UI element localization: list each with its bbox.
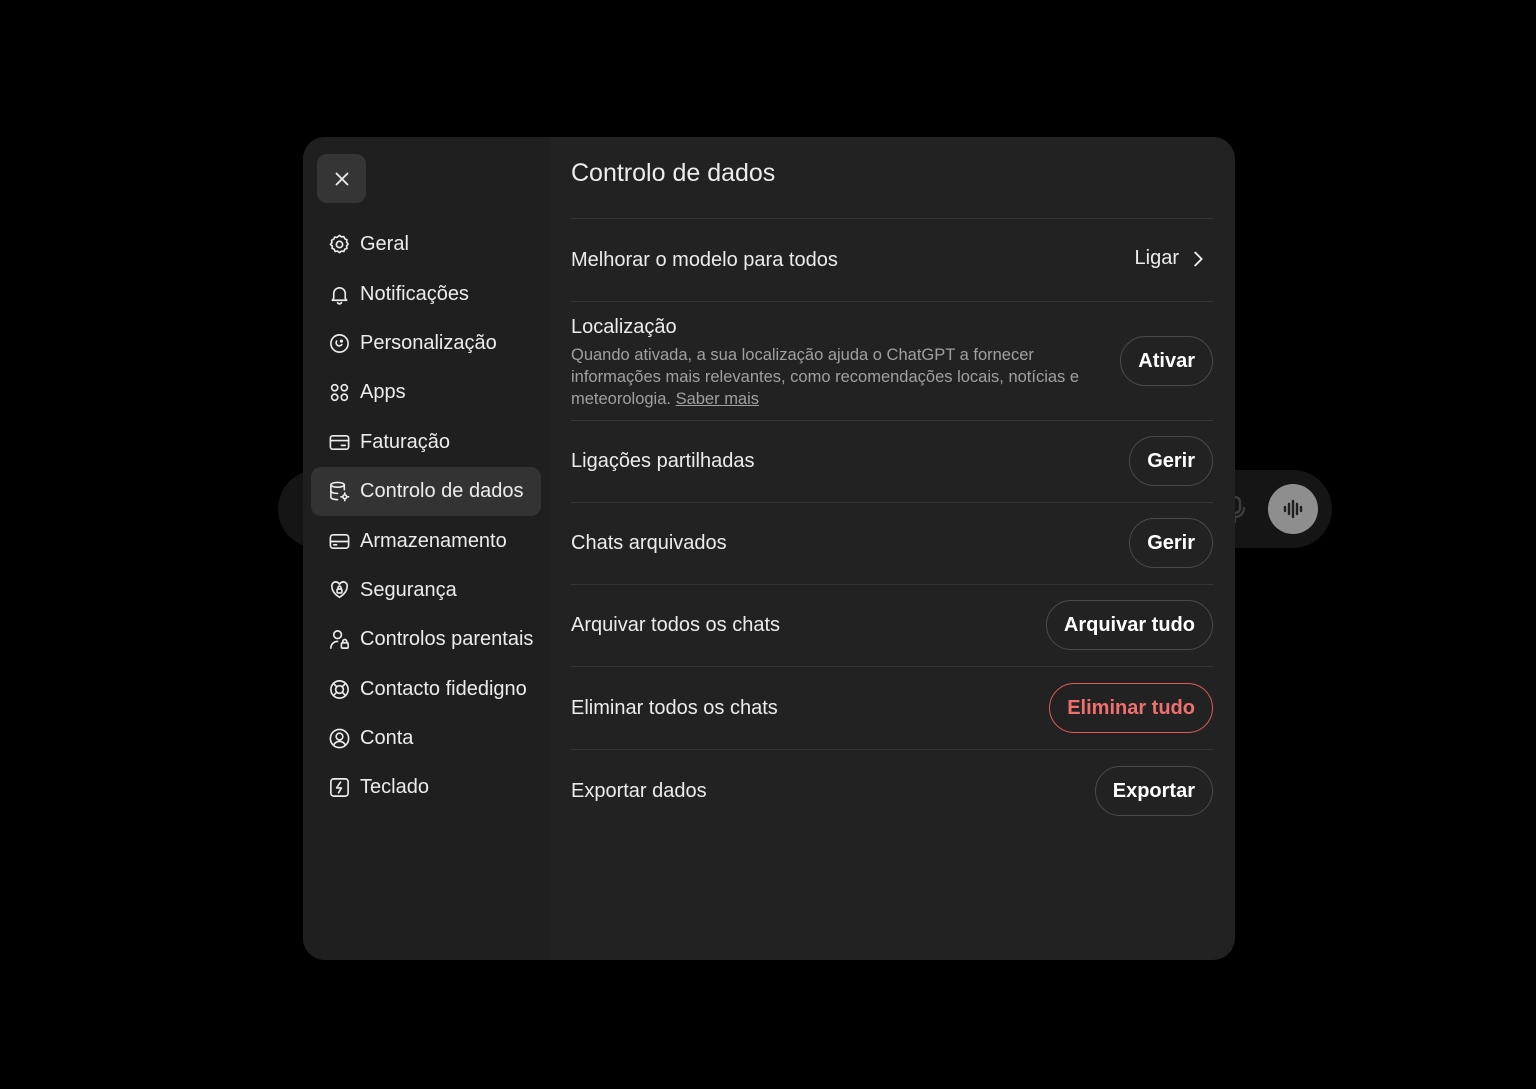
sidebar-item-seguranca[interactable]: Segurança <box>311 566 541 615</box>
sidebar-item-geral[interactable]: Geral <box>311 220 541 269</box>
archived-chats-manage-button[interactable]: Gerir <box>1129 518 1213 568</box>
sidebar-item-label: Controlo de dados <box>360 480 524 503</box>
settings-sidebar: Geral Notificações Personalização Apps F… <box>303 137 550 960</box>
sidebar-item-label: Personalização <box>360 331 497 354</box>
close-button[interactable] <box>317 154 366 203</box>
location-enable-button[interactable]: Ativar <box>1120 336 1213 386</box>
sidebar-item-apps[interactable]: Apps <box>311 368 541 417</box>
divider <box>571 749 1213 750</box>
sidebar-item-label: Conta <box>360 727 414 750</box>
improve-model-value: Ligar <box>1134 247 1179 269</box>
divider <box>571 301 1213 302</box>
sidebar-item-label: Contacto fidedigno <box>360 677 527 700</box>
sidebar-item-label: Segurança <box>360 578 457 601</box>
gear-icon <box>327 233 351 257</box>
export-data-label: Exportar dados <box>571 780 707 802</box>
improve-model-toggle[interactable]: Ligar <box>1135 247 1209 270</box>
personalization-icon <box>327 331 351 355</box>
voice-mode-button[interactable] <box>1268 484 1318 534</box>
storage-drive-icon <box>327 529 351 553</box>
divider <box>571 584 1213 585</box>
divider <box>571 420 1213 421</box>
bell-icon <box>327 282 351 306</box>
page-title: Controlo de dados <box>571 159 776 187</box>
lifebuoy-icon <box>327 677 351 701</box>
sidebar-item-teclado[interactable]: Teclado <box>311 763 541 812</box>
sidebar-item-controlo-de-dados[interactable]: Controlo de dados <box>311 466 541 517</box>
keyboard-shortcut-icon <box>327 776 351 800</box>
sidebar-item-armazenamento[interactable]: Armazenamento <box>311 516 541 565</box>
sidebar-item-label: Armazenamento <box>360 529 507 552</box>
sidebar-item-label: Controlos parentais <box>360 628 534 651</box>
waveform-icon <box>1283 499 1303 519</box>
sidebar-item-label: Notificações <box>360 282 469 305</box>
credit-card-icon <box>327 430 351 454</box>
delete-all-button[interactable]: Eliminar tudo <box>1049 683 1213 733</box>
archive-all-label: Arquivar todos os chats <box>571 614 780 636</box>
close-icon <box>335 172 348 185</box>
sidebar-item-faturacao[interactable]: Faturação <box>311 418 541 467</box>
sidebar-item-contacto-fidedigno[interactable]: Contacto fidedigno <box>311 665 541 714</box>
divider <box>571 666 1213 667</box>
export-button[interactable]: Exportar <box>1094 766 1213 816</box>
shared-links-manage-button[interactable]: Gerir <box>1129 436 1213 486</box>
apps-grid-icon <box>327 381 351 405</box>
sidebar-item-label: Teclado <box>360 776 429 799</box>
sidebar-item-personalizacao[interactable]: Personalização <box>311 319 541 368</box>
location-label: Localização <box>571 316 677 338</box>
location-description: Quando ativada, a sua localização ajuda … <box>571 344 1091 410</box>
sidebar-item-conta[interactable]: Conta <box>311 714 541 763</box>
sidebar-item-controlos-parentais[interactable]: Controlos parentais <box>311 615 541 664</box>
settings-nav: Geral Notificações Personalização Apps F… <box>311 220 541 813</box>
shield-lock-icon <box>327 578 351 602</box>
learn-more-link[interactable]: Saber mais <box>676 390 759 408</box>
user-circle-icon <box>327 727 351 751</box>
database-gear-icon <box>327 480 351 504</box>
shared-links-label: Ligações partilhadas <box>571 450 755 472</box>
chevron-right-icon <box>1194 251 1203 266</box>
archive-all-button[interactable]: Arquivar tudo <box>1045 600 1213 650</box>
improve-model-label: Melhorar o modelo para todos <box>571 249 838 271</box>
settings-dialog: Geral Notificações Personalização Apps F… <box>303 137 1235 960</box>
location-description-text: Quando ativada, a sua localização ajuda … <box>571 346 1080 408</box>
divider <box>571 502 1213 503</box>
sidebar-item-label: Apps <box>360 381 406 404</box>
divider <box>571 218 1213 219</box>
person-lock-icon <box>327 628 351 652</box>
sidebar-item-label: Geral <box>360 233 409 256</box>
delete-all-label: Eliminar todos os chats <box>571 697 778 719</box>
sidebar-item-notificacoes[interactable]: Notificações <box>311 269 541 318</box>
sidebar-item-label: Faturação <box>360 430 451 453</box>
archived-chats-label: Chats arquivados <box>571 532 727 554</box>
